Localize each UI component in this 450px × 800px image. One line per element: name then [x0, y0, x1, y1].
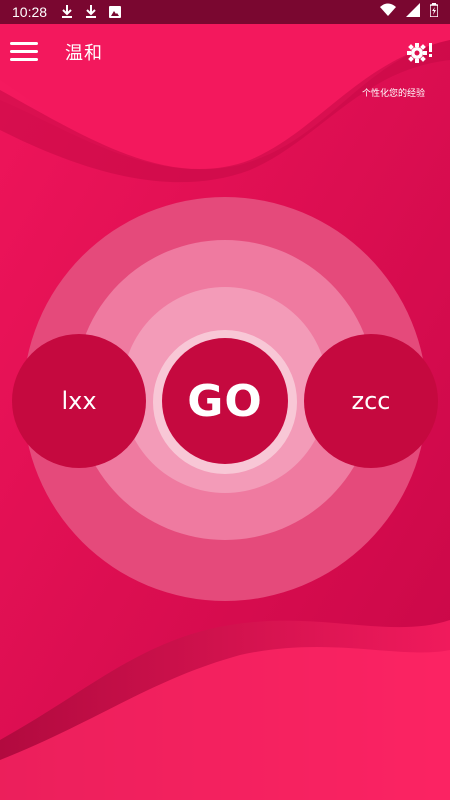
settings-gear-alert-icon — [407, 43, 432, 63]
right-option-label: zcc — [351, 387, 391, 415]
left-option-button[interactable]: lxx — [12, 334, 146, 468]
hamburger-menu-icon — [10, 42, 38, 45]
app-title: 温和 — [65, 43, 103, 64]
right-option-button[interactable]: zcc — [304, 334, 438, 468]
status-time: 10:28 — [12, 4, 48, 20]
personalize-link[interactable]: 个性化您的经验 — [362, 86, 425, 99]
status-bar: 10:28 — [0, 0, 450, 24]
hamburger-line — [10, 58, 38, 61]
download-icon — [61, 5, 73, 19]
go-label: GO — [187, 375, 263, 427]
battery-icon — [429, 3, 439, 21]
wifi-icon — [380, 3, 396, 21]
download-icon — [85, 5, 97, 19]
settings-button[interactable] — [406, 40, 436, 68]
left-option-label: lxx — [61, 387, 97, 415]
go-button[interactable]: GO — [162, 338, 288, 464]
menu-button[interactable] — [10, 40, 40, 64]
signal-icon — [406, 3, 420, 21]
image-icon — [109, 6, 122, 18]
hamburger-line — [10, 50, 38, 53]
